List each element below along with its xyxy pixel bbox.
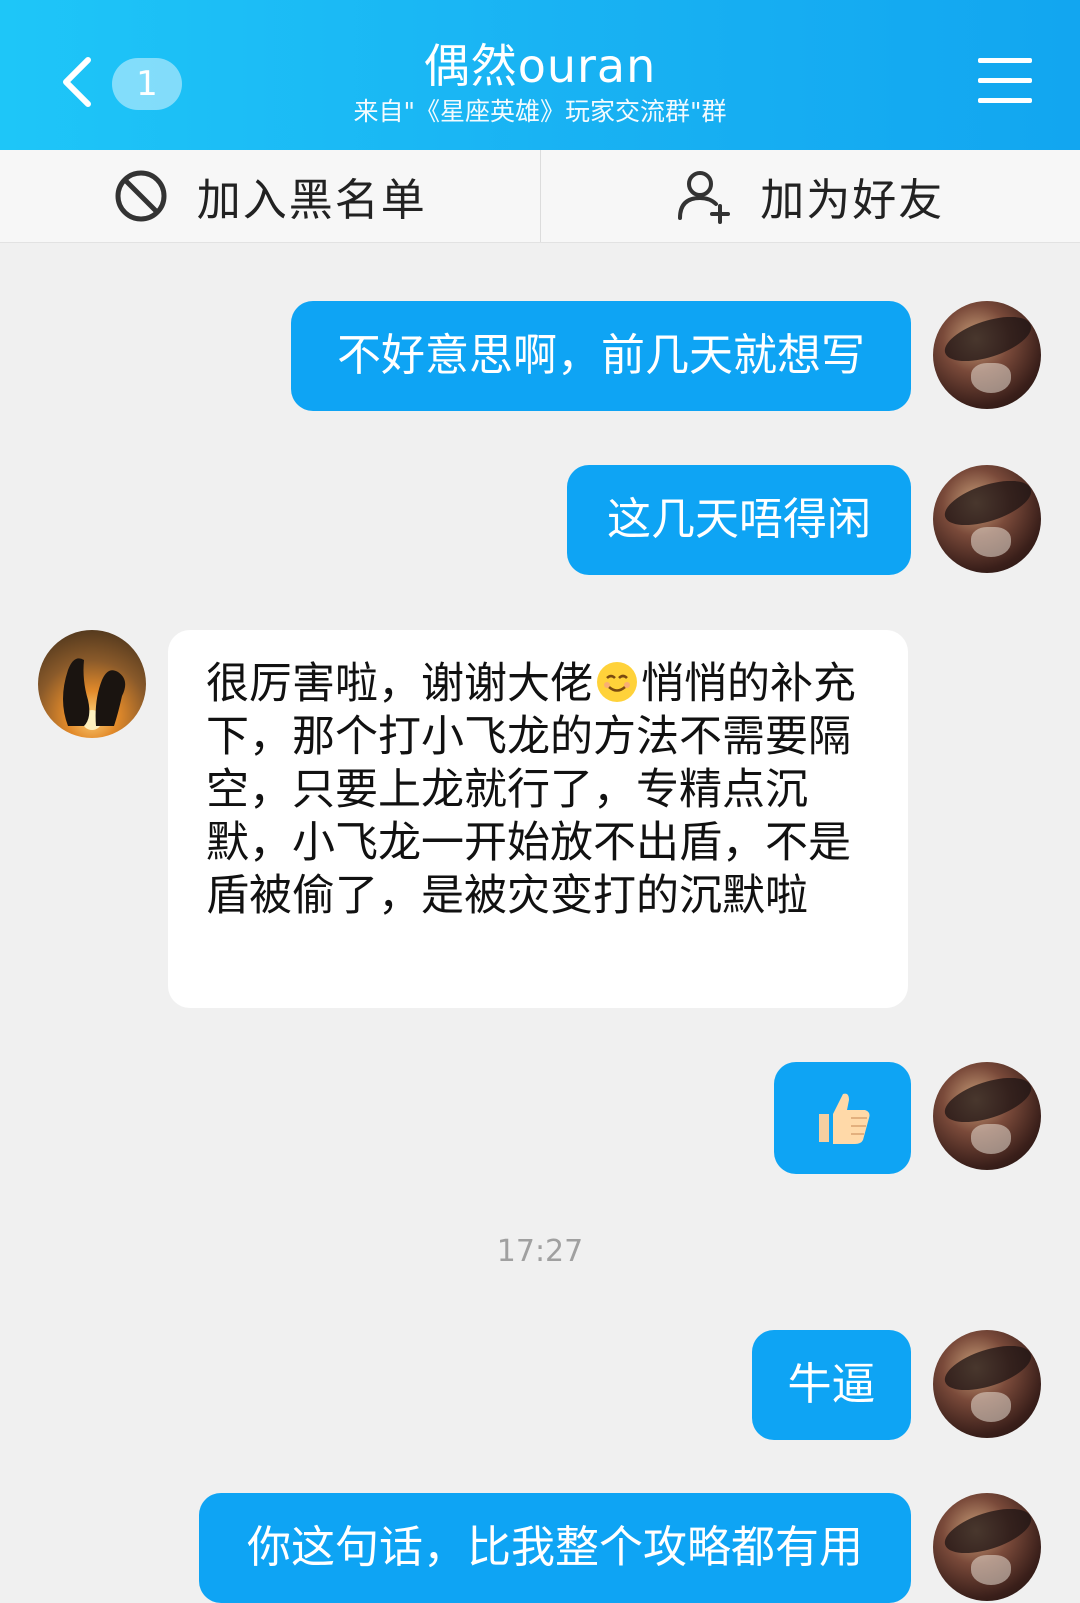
avatar[interactable] [933,1330,1041,1438]
chat-subtitle: 来自"《星座英雄》玩家交流群"群 [353,97,727,126]
message-text: 牛逼 [787,1359,876,1410]
avatar[interactable] [933,301,1041,409]
message-bubble[interactable]: 不好意思啊，前几天就想写 [291,301,911,411]
avatar[interactable] [933,1062,1041,1170]
message-timestamp: 17:27 [496,1234,584,1269]
avatar[interactable] [38,630,146,738]
add-friend-label: 加为好友 [760,175,945,226]
blacklist-label: 加入黑名单 [196,175,427,226]
block-icon [115,170,167,222]
message-bubble[interactable]: 这几天唔得闲 [567,465,911,575]
add-user-icon [678,171,731,224]
message-bubble[interactable]: 很厉害啦，谢谢大佬 悄悄的补充下，那个打小飞龙的方法不需要隔空，只要上龙就行了，专… [168,630,908,1008]
chat-header: 1 偶然ouran 来自"《星座英雄》玩家交流群"群 [0,0,1080,150]
message-bubble[interactable]: 你这句话，比我整个攻略都有用 [199,1493,911,1603]
add-to-blacklist-button[interactable]: 加入黑名单 [0,150,540,242]
thumbs-up-emoji-icon [818,1093,869,1144]
unread-count-badge[interactable]: 1 [112,58,182,110]
chat-title: 偶然ouran [423,39,657,93]
menu-button[interactable] [978,56,1032,106]
penguins-silhouette-icon [63,658,126,730]
message-text: 不好意思啊，前几天就想写 [337,330,865,381]
action-bar: 加入黑名单 加为好友 [0,150,1080,243]
hamburger-menu-icon [978,58,1032,63]
add-friend-button[interactable]: 加为好友 [541,150,1080,242]
message-text: 很厉害啦，谢谢大佬 [206,659,593,709]
smiling-face-emoji-icon [597,662,637,702]
avatar[interactable] [933,1493,1041,1601]
message-bubble[interactable]: 牛逼 [752,1330,911,1440]
message-text: 你这句话，比我整个攻略都有用 [247,1522,863,1573]
message-text: 这几天唔得闲 [607,494,871,545]
avatar[interactable] [933,465,1041,573]
message-bubble[interactable] [774,1062,911,1174]
chevron-left-icon [63,57,91,107]
back-button[interactable] [52,50,100,114]
